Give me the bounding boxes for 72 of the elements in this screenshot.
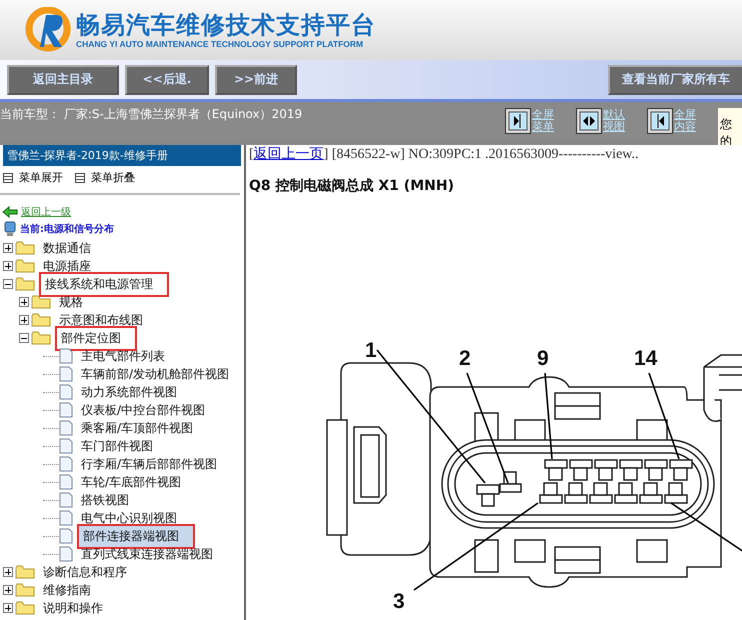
document-icon <box>59 420 73 436</box>
layout-icon[interactable] <box>576 108 602 134</box>
tree-item[interactable]: 仪表板/中控台部件视图 <box>77 400 210 420</box>
document-icon <box>59 474 73 490</box>
folder-icon <box>15 277 35 291</box>
bracket-text: [ <box>249 147 254 162</box>
callout-number: 2 <box>459 347 471 370</box>
site-subtitle: CHANG YI AUTO MAINTENANCE TECHNOLOGY SUPPORT PLATFORM <box>76 39 364 49</box>
nav-button[interactable]: <<后退. <box>125 64 209 94</box>
current-section: 当前:电源和信号分布 <box>20 222 114 236</box>
callout-number: 1 <box>365 339 377 362</box>
document-icon <box>59 492 73 508</box>
nav-button[interactable]: >>前进 <box>215 64 297 94</box>
tree-item[interactable]: 部件连接器端视图 <box>77 524 195 548</box>
tree-item[interactable]: 车辆前部/发动机舱部件视图 <box>77 364 234 384</box>
folder-icon <box>15 601 35 615</box>
tree-item[interactable]: 说明和操作 <box>39 598 107 618</box>
tree-item[interactable]: 维修指南 <box>39 580 95 600</box>
callout-number: 14 <box>634 347 658 370</box>
collapse-all-link[interactable]: 菜单折叠 <box>91 170 135 185</box>
nav-button[interactable]: 返回主目录 <box>7 64 119 94</box>
document-icon <box>59 402 73 418</box>
callout-number: 3 <box>393 590 405 613</box>
tree-item[interactable]: 数据通信 <box>39 238 95 258</box>
folder-icon <box>31 313 51 327</box>
expand-icon[interactable] <box>3 585 13 595</box>
back-page-link[interactable]: 返回上一页 <box>254 147 324 162</box>
folder-icon <box>15 259 35 273</box>
document-icon <box>59 528 73 544</box>
folder-icon <box>31 331 51 345</box>
manual-title: 雪佛兰-探界者-2019款-维修手册 <box>3 145 241 166</box>
tree-item[interactable]: 接线系统和电源管理 <box>39 272 169 296</box>
computer-icon <box>4 221 16 237</box>
tree-item[interactable]: 行李厢/车辆后部部件视图 <box>77 454 222 474</box>
folder-icon <box>15 583 35 597</box>
connector-title: Q8 控制电磁阀总成 X1 (MNH) <box>249 177 455 195</box>
document-icon <box>59 510 73 526</box>
folder-icon <box>15 241 35 255</box>
expand-icon[interactable] <box>3 243 13 253</box>
all-models-button[interactable]: 查看当前厂家所有车 <box>608 64 742 94</box>
tree-item[interactable]: 动力系统部件视图 <box>77 382 181 402</box>
callout-number: 9 <box>537 347 549 370</box>
tree-item[interactable]: 车门部件视图 <box>77 436 157 456</box>
expand-icon[interactable] <box>19 315 29 325</box>
folder-icon <box>31 295 51 309</box>
expand-all-link[interactable]: 菜单展开 <box>19 170 63 185</box>
tree-item[interactable]: 乘客厢/车顶部件视图 <box>77 418 198 438</box>
document-icon <box>59 366 73 382</box>
expand-icon[interactable] <box>3 567 13 577</box>
expand-icon[interactable] <box>3 261 13 271</box>
current-vehicle: 当前车型： 厂家:S-上海雪佛兰探界者（Equinox）2019 <box>0 106 302 123</box>
layout-icon[interactable] <box>505 108 531 134</box>
layout-icon[interactable] <box>647 108 673 134</box>
menu-icon[interactable] <box>75 172 85 182</box>
document-icon <box>59 438 73 454</box>
document-icon <box>59 546 73 562</box>
reference-text: ] [8456522-w] NO:309PC:1 .2016563009----------view.. <box>324 147 638 162</box>
document-icon <box>59 384 73 400</box>
collapse-icon[interactable] <box>19 333 29 343</box>
document-icon <box>59 456 73 472</box>
expand-icon[interactable] <box>3 603 13 613</box>
back-link[interactable]: 返回上一级 <box>21 205 71 219</box>
collapse-icon[interactable] <box>3 279 13 289</box>
site-title: 畅易汽车维修技术支持平台 <box>76 11 376 39</box>
expand-icon[interactable] <box>19 297 29 307</box>
back-arrow-icon[interactable] <box>2 206 18 218</box>
tree-item[interactable]: 搭铁视图 <box>77 490 133 510</box>
menu-icon[interactable] <box>3 172 13 182</box>
tree-item[interactable]: 诊断信息和程序 <box>39 562 131 582</box>
folder-icon <box>15 565 35 579</box>
tree-item[interactable]: 车轮/车底部件视图 <box>77 472 186 492</box>
document-icon <box>59 348 73 364</box>
